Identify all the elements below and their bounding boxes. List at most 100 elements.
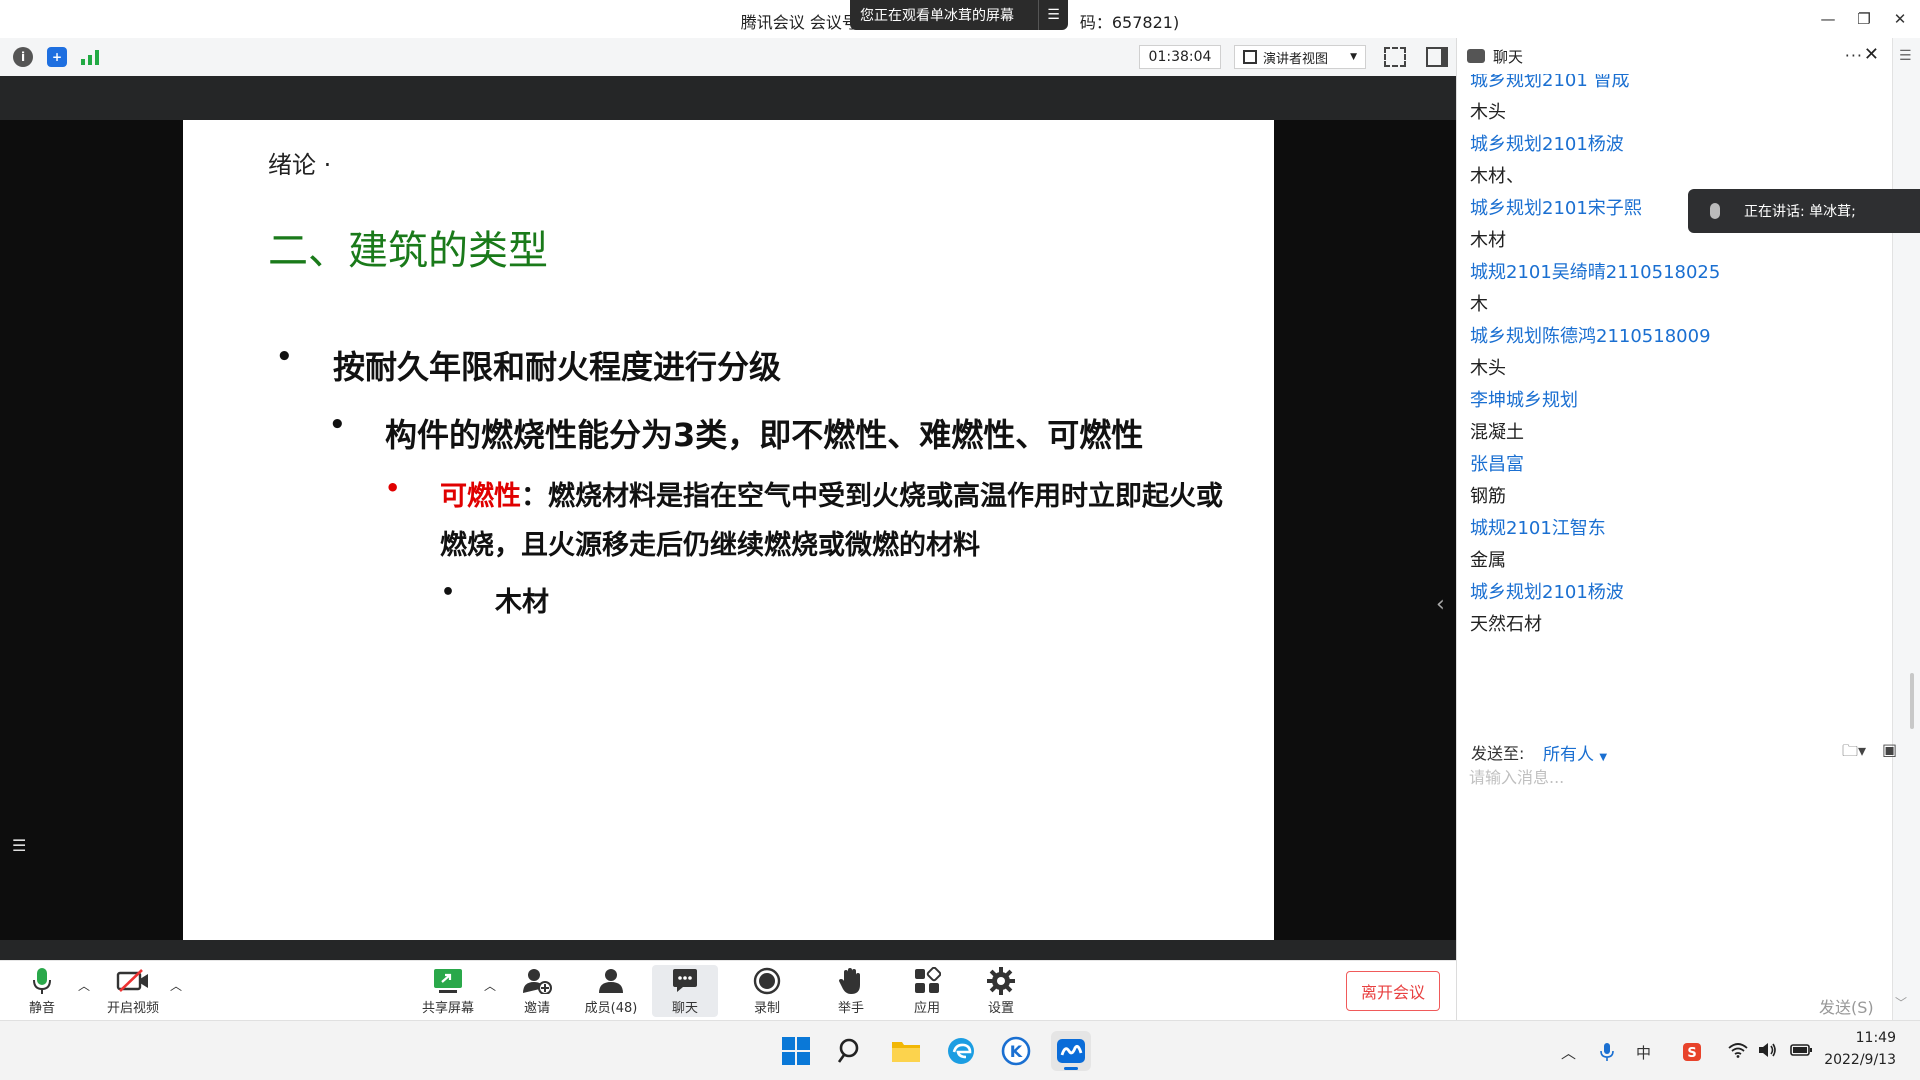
- svg-text:K: K: [1010, 1042, 1023, 1061]
- fullscreen-icon[interactable]: [1384, 47, 1406, 67]
- screenshot-icon[interactable]: ▣: [1882, 740, 1897, 759]
- restore-button[interactable]: ❐: [1846, 4, 1882, 34]
- chevron-up-icon[interactable]: ︿: [484, 977, 496, 994]
- send-to-label: 发送至:: [1471, 744, 1525, 763]
- info-icon[interactable]: i: [13, 47, 33, 67]
- members-label: 成员(48): [584, 1001, 638, 1016]
- chat-message-input[interactable]: [1469, 764, 1889, 790]
- slide-title: 二、建筑的类型: [268, 228, 548, 274]
- antivirus-icon[interactable]: S: [1682, 1042, 1702, 1066]
- search-icon[interactable]: [831, 1031, 871, 1071]
- send-button[interactable]: 发送(S): [1819, 994, 1874, 1018]
- record-icon: [753, 965, 781, 997]
- chat-sender[interactable]: 城乡规划2101 曾成: [1470, 74, 1630, 92]
- windows-taskbar: K ︿ 中 S 11:49 2022/9/13: [0, 1020, 1920, 1080]
- view-mode-select[interactable]: 演讲者视图 ▼: [1234, 45, 1366, 69]
- chat-button[interactable]: 聊天: [652, 965, 718, 1017]
- send-target-value: 所有人: [1543, 745, 1594, 765]
- stage-bottom-band: [0, 940, 1456, 960]
- slide-bullet-3-text: ：燃烧材料是指在空气中受到火烧或高温作用时立即起火或燃烧，且火源移走后仍继续燃烧…: [440, 481, 1223, 561]
- slide-bullet-3: 可燃性：燃烧材料是指在空气中受到火烧或高温作用时立即起火或燃烧，且火源移走后仍继…: [440, 472, 1240, 570]
- chat-message-text: 木头: [1470, 102, 1506, 123]
- chevron-up-icon[interactable]: ︿: [1561, 1042, 1576, 1063]
- share-screen-button[interactable]: 共享屏幕: [415, 965, 481, 1017]
- chevron-up-icon[interactable]: ︿: [78, 977, 90, 994]
- close-chat-button[interactable]: ✕: [1864, 44, 1879, 65]
- bullet-dot: •: [329, 410, 346, 440]
- battery-icon[interactable]: [1790, 1042, 1814, 1062]
- hand-icon: [838, 965, 864, 997]
- apps-button[interactable]: 应用: [894, 965, 960, 1017]
- raise-hand-button[interactable]: 举手: [818, 965, 884, 1017]
- members-button[interactable]: 成员(48): [578, 965, 644, 1017]
- chevron-up-icon[interactable]: ︿: [170, 977, 182, 994]
- chat-message-list[interactable]: 城乡规划2101 曾成 木头 城乡规划2101杨波 木材、 城乡规划2101宋子熙 木材城…: [1457, 74, 1893, 634]
- clock-date[interactable]: 2022/9/13: [1820, 1052, 1896, 1068]
- highlight-term: 可燃性: [440, 481, 521, 512]
- chat-icon: [1467, 49, 1485, 63]
- speaking-text: 正在讲话: 单冰茸;: [1744, 204, 1856, 220]
- file-explorer-icon[interactable]: [886, 1031, 926, 1071]
- active-indicator: [1064, 1067, 1078, 1070]
- shield-icon[interactable]: +: [47, 47, 67, 67]
- chat-scrollbar[interactable]: [1910, 673, 1914, 729]
- video-button[interactable]: 开启视频: [100, 965, 166, 1017]
- chat-header: 聊天 ··· ✕: [1457, 38, 1920, 74]
- chat-sender[interactable]: 城乡规划2101宋子熙: [1470, 194, 1642, 220]
- chevron-down-icon[interactable]: ﹀: [1895, 994, 1907, 1011]
- more-options-icon[interactable]: ···: [1845, 46, 1863, 65]
- raise-hand-label: 举手: [837, 1001, 864, 1016]
- minimize-button[interactable]: —: [1810, 4, 1846, 34]
- chat-sender[interactable]: 张昌富: [1470, 450, 1524, 476]
- volume-icon[interactable]: [1758, 1042, 1778, 1062]
- chat-sender[interactable]: 城乡规划陈德鸿2110518009: [1470, 322, 1711, 348]
- bullet-dot: •: [441, 580, 456, 605]
- edge-browser-icon[interactable]: [941, 1031, 981, 1071]
- chevron-down-icon: ▼: [1599, 752, 1608, 763]
- chat-sender[interactable]: 城乡规划2101杨波: [1470, 578, 1624, 604]
- add-user-icon: [522, 965, 552, 997]
- chat-sender[interactable]: 城乡规划2101杨波: [1470, 130, 1624, 156]
- settings-label: 设置: [987, 1001, 1014, 1016]
- mute-button[interactable]: 静音: [9, 965, 75, 1017]
- video-off-icon: [116, 965, 150, 997]
- signal-icon[interactable]: [80, 47, 100, 67]
- chat-message-text: 金属: [1470, 550, 1506, 571]
- chat-sender[interactable]: 城规2101吴绮晴2110518025: [1470, 258, 1720, 284]
- menu-icon[interactable]: ☰: [1899, 48, 1912, 64]
- speaking-indicator: 正在讲话: 单冰茸;: [1688, 189, 1920, 233]
- settings-button[interactable]: 设置: [968, 965, 1034, 1017]
- ime-indicator[interactable]: 中: [1636, 1042, 1651, 1063]
- k-app-icon[interactable]: K: [996, 1031, 1036, 1071]
- chat-message-text: 钢筋: [1470, 486, 1506, 507]
- video-label: 开启视频: [106, 1001, 159, 1016]
- viewing-notice-text: 您正在观看单冰茸的屏幕: [860, 8, 1014, 24]
- layout-icon: [1243, 50, 1257, 64]
- chat-message-text: 木头: [1470, 358, 1506, 379]
- invite-button[interactable]: 邀请: [504, 965, 570, 1017]
- leave-meeting-button[interactable]: 离开会议: [1346, 971, 1440, 1011]
- chat-icon: [671, 965, 699, 997]
- microphone-tray-icon[interactable]: [1600, 1042, 1614, 1066]
- chat-sender[interactable]: 李坤城乡规划: [1470, 386, 1578, 412]
- sidebar-toggle-icon[interactable]: [1426, 47, 1448, 67]
- tencent-meeting-taskbar-icon[interactable]: [1051, 1031, 1091, 1071]
- chat-label: 聊天: [671, 1001, 698, 1016]
- wifi-icon[interactable]: [1728, 1042, 1748, 1062]
- windows-start-icon[interactable]: [776, 1031, 816, 1071]
- slide-bullet-2: 构件的燃烧性能分为3类，即不燃性、难燃性、可燃性: [385, 416, 1144, 454]
- chevron-left-icon[interactable]: ‹: [1436, 592, 1445, 617]
- close-button[interactable]: ✕: [1882, 4, 1918, 34]
- chat-sender[interactable]: 城规2101江智东: [1470, 514, 1606, 540]
- viewing-notice[interactable]: 您正在观看单冰茸的屏幕 ☰: [850, 0, 1068, 30]
- clock-time[interactable]: 11:49: [1840, 1030, 1896, 1046]
- send-target-select[interactable]: 所有人 ▼: [1543, 740, 1607, 765]
- file-icon[interactable]: 🗀▾: [1842, 740, 1866, 767]
- list-icon[interactable]: ☰: [12, 836, 34, 855]
- menu-icon[interactable]: ☰: [1038, 0, 1068, 30]
- members-icon: [596, 965, 626, 997]
- meeting-toolbar: i + 01:38:04 演讲者视图 ▼: [0, 38, 1456, 76]
- record-button[interactable]: 录制: [734, 965, 800, 1017]
- chat-message-text: 天然石材: [1470, 614, 1542, 634]
- slide-bullet-4: 木材: [495, 587, 549, 618]
